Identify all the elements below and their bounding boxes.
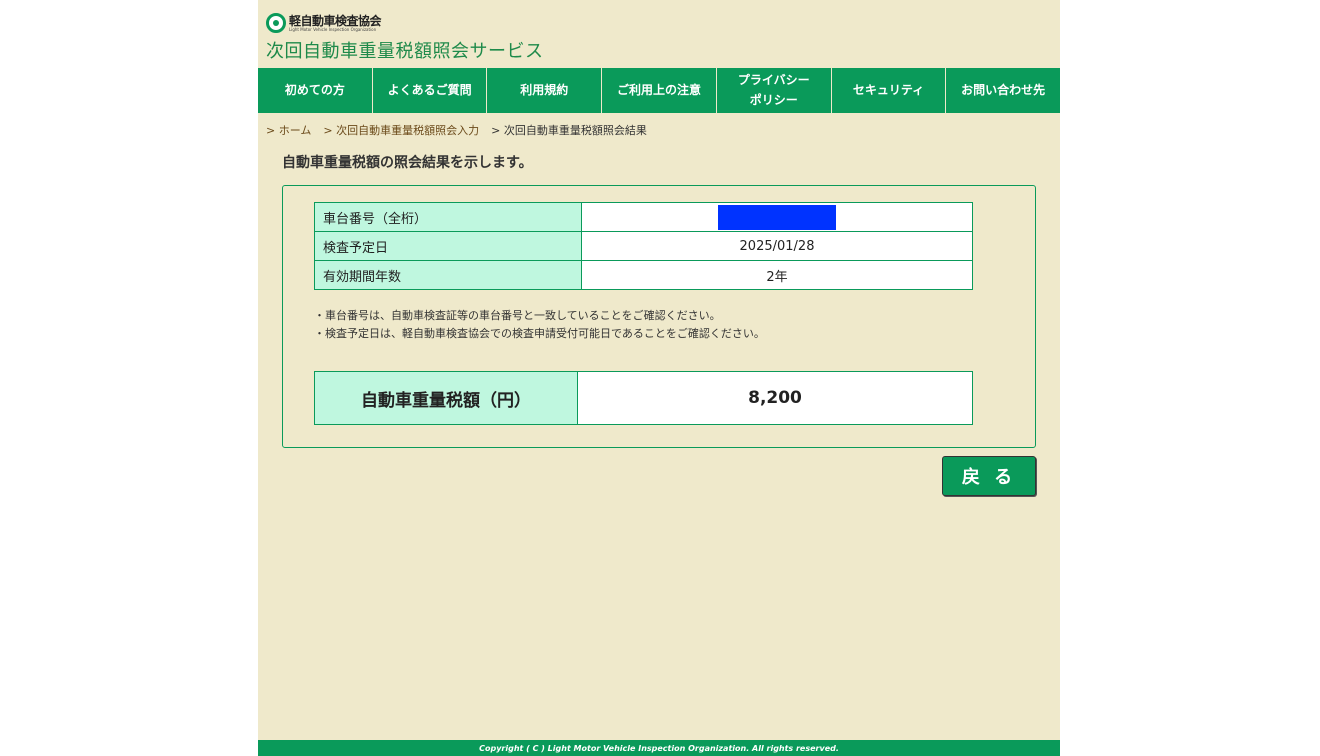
- nav-security[interactable]: セキュリティ: [832, 68, 947, 113]
- result-table: 車台番号（全桁） 検査予定日 2025/01/28 有効期間年数 2年: [314, 202, 973, 290]
- row-value-chassis-number: [581, 202, 973, 232]
- tax-label: 自動車重量税額（円）: [314, 371, 578, 425]
- breadcrumb-home[interactable]: > ホーム: [266, 124, 311, 137]
- breadcrumb-current: > 次回自動車重量税額照会結果: [491, 124, 647, 137]
- table-row: 検査予定日 2025/01/28: [314, 231, 973, 261]
- nav-privacy-policy[interactable]: プライバシー ポリシー: [717, 68, 832, 113]
- page-lead: 自動車重量税額の照会結果を示します。: [282, 155, 533, 171]
- table-row: 自動車重量税額（円） 8,200: [314, 371, 973, 425]
- tax-table: 自動車重量税額（円） 8,200: [314, 371, 973, 425]
- nav-terms[interactable]: 利用規約: [487, 68, 603, 113]
- footer-copyright: Copyright ( C ) Light Motor Vehicle Insp…: [258, 740, 1060, 756]
- note-chassis: ・車台番号は、自動車検査証等の車台番号と一致していることをご確認ください。: [314, 309, 721, 322]
- nav-faq[interactable]: よくあるご質問: [373, 68, 488, 113]
- breadcrumb: > ホーム > 次回自動車重量税額照会入力 > 次回自動車重量税額照会結果: [266, 122, 647, 138]
- row-label-inspection-date: 検査予定日: [314, 231, 582, 261]
- row-value-validity-years: 2年: [581, 260, 973, 290]
- nav-beginners[interactable]: 初めての方: [258, 68, 373, 113]
- page: 軽自動車検査協会 Light Motor Vehicle Inspection …: [258, 0, 1060, 756]
- main-nav: 初めての方 よくあるご質問 利用規約 ご利用上の注意 プライバシー ポリシー セ…: [258, 68, 1060, 113]
- nav-contact[interactable]: お問い合わせ先: [946, 68, 1060, 113]
- row-label-chassis-number: 車台番号（全桁）: [314, 202, 582, 232]
- site-title: 次回自動車重量税額照会サービス: [266, 41, 544, 62]
- table-row: 有効期間年数 2年: [314, 260, 973, 290]
- logo[interactable]: 軽自動車検査協会 Light Motor Vehicle Inspection …: [266, 12, 382, 34]
- nav-usage-notes[interactable]: ご利用上の注意: [602, 68, 717, 113]
- note-inspection-date: ・検査予定日は、軽自動車検査協会での検査申請受付可能日であることをご確認ください…: [314, 326, 765, 340]
- back-button[interactable]: 戻 る: [942, 456, 1036, 496]
- row-label-validity-years: 有効期間年数: [314, 260, 582, 290]
- tax-amount: 8,200: [577, 371, 973, 425]
- logo-name: 軽自動車検査協会: [289, 13, 382, 28]
- logo-mark-icon: [266, 13, 286, 33]
- result-panel: 車台番号（全桁） 検査予定日 2025/01/28 有効期間年数 2年 ・車台番…: [282, 185, 1036, 448]
- table-row: 車台番号（全桁）: [314, 202, 973, 232]
- breadcrumb-input[interactable]: > 次回自動車重量税額照会入力: [323, 124, 479, 137]
- row-value-inspection-date: 2025/01/28: [581, 231, 973, 261]
- logo-subtitle: Light Motor Vehicle Inspection Organizat…: [289, 26, 377, 32]
- notes: ・車台番号は、自動車検査証等の車台番号と一致していることをご確認ください。 ・検…: [314, 307, 765, 342]
- redaction-block: [718, 204, 836, 230]
